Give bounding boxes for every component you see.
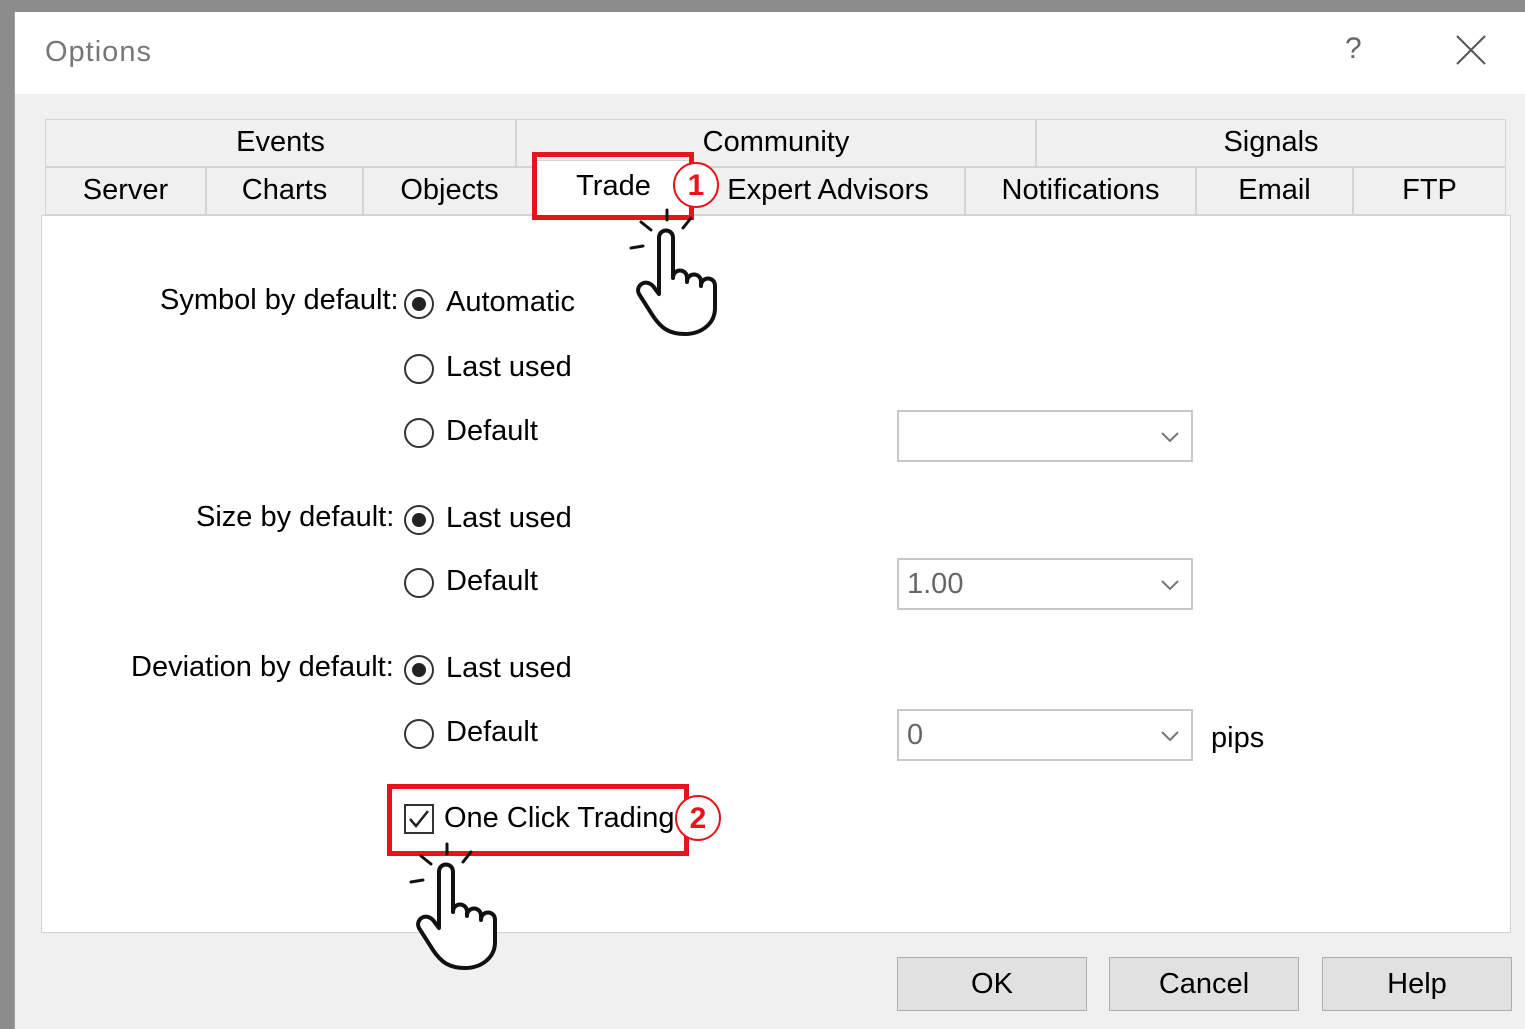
tab-ftp[interactable]: FTP bbox=[1353, 167, 1506, 215]
size-select-value: 1.00 bbox=[907, 568, 964, 600]
cancel-button[interactable]: Cancel bbox=[1109, 957, 1299, 1011]
chevron-down-icon bbox=[1161, 432, 1179, 443]
symbol-automatic-label: Automatic bbox=[446, 286, 575, 318]
tab-label: Email bbox=[1238, 174, 1311, 206]
tab-signals[interactable]: Signals bbox=[1036, 119, 1506, 167]
deviation-default-select[interactable]: 0 bbox=[897, 709, 1193, 761]
help-icon[interactable]: ? bbox=[1345, 32, 1362, 66]
tab-label: FTP bbox=[1402, 174, 1457, 206]
pointing-hand-icon bbox=[629, 208, 717, 336]
deviation-last-used-label: Last used bbox=[446, 652, 572, 684]
tab-label: Server bbox=[82, 174, 169, 206]
dialog-title: Options bbox=[45, 36, 152, 68]
deviation-select-value: 0 bbox=[907, 719, 924, 751]
chevron-down-icon bbox=[1161, 731, 1179, 742]
tab-label: Objects bbox=[400, 174, 499, 206]
symbol-by-default-label: Symbol by default: bbox=[160, 284, 399, 316]
tab-label: Events bbox=[236, 126, 325, 158]
deviation-last-used-radio[interactable] bbox=[404, 655, 434, 685]
options-dialog: Options ? Events Community Signals Serve… bbox=[14, 12, 1525, 1029]
size-default-select[interactable]: 1.00 bbox=[897, 558, 1193, 610]
deviation-default-radio[interactable] bbox=[404, 719, 434, 749]
tab-label: Charts bbox=[241, 174, 328, 206]
size-by-default-label: Size by default: bbox=[196, 501, 395, 533]
tab-server[interactable]: Server bbox=[45, 167, 206, 215]
size-default-label: Default bbox=[446, 565, 538, 597]
size-last-used-label: Last used bbox=[446, 502, 572, 534]
trade-settings-panel bbox=[41, 215, 1511, 933]
tab-label: Expert Advisors bbox=[727, 174, 929, 206]
title-bar: Options ? bbox=[15, 12, 1525, 94]
tab-charts[interactable]: Charts bbox=[206, 167, 363, 215]
tab-label: Community bbox=[702, 126, 850, 158]
symbol-last-used-radio[interactable] bbox=[404, 354, 434, 384]
size-default-radio[interactable] bbox=[404, 568, 434, 598]
pointing-hand-icon bbox=[409, 842, 497, 970]
symbol-automatic-radio[interactable] bbox=[404, 289, 434, 319]
step-badge-2: 2 bbox=[675, 795, 721, 841]
tab-events[interactable]: Events bbox=[45, 119, 516, 167]
deviation-default-label: Default bbox=[446, 716, 538, 748]
symbol-default-radio[interactable] bbox=[404, 418, 434, 448]
tab-objects[interactable]: Objects bbox=[363, 167, 536, 215]
size-last-used-radio[interactable] bbox=[404, 505, 434, 535]
help-button[interactable]: Help bbox=[1322, 957, 1512, 1011]
close-icon[interactable] bbox=[1453, 32, 1489, 68]
chevron-down-icon bbox=[1161, 580, 1179, 591]
pips-unit-label: pips bbox=[1211, 722, 1265, 754]
symbol-last-used-label: Last used bbox=[446, 351, 572, 383]
tab-label: Signals bbox=[1223, 126, 1319, 158]
deviation-by-default-label: Deviation by default: bbox=[131, 651, 394, 683]
symbol-default-label: Default bbox=[446, 415, 538, 447]
symbol-default-select[interactable] bbox=[897, 410, 1193, 462]
tab-label: Notifications bbox=[1001, 174, 1160, 206]
tab-notifications[interactable]: Notifications bbox=[965, 167, 1196, 215]
ok-button[interactable]: OK bbox=[897, 957, 1087, 1011]
step-badge-1: 1 bbox=[673, 162, 719, 208]
tab-email[interactable]: Email bbox=[1196, 167, 1353, 215]
